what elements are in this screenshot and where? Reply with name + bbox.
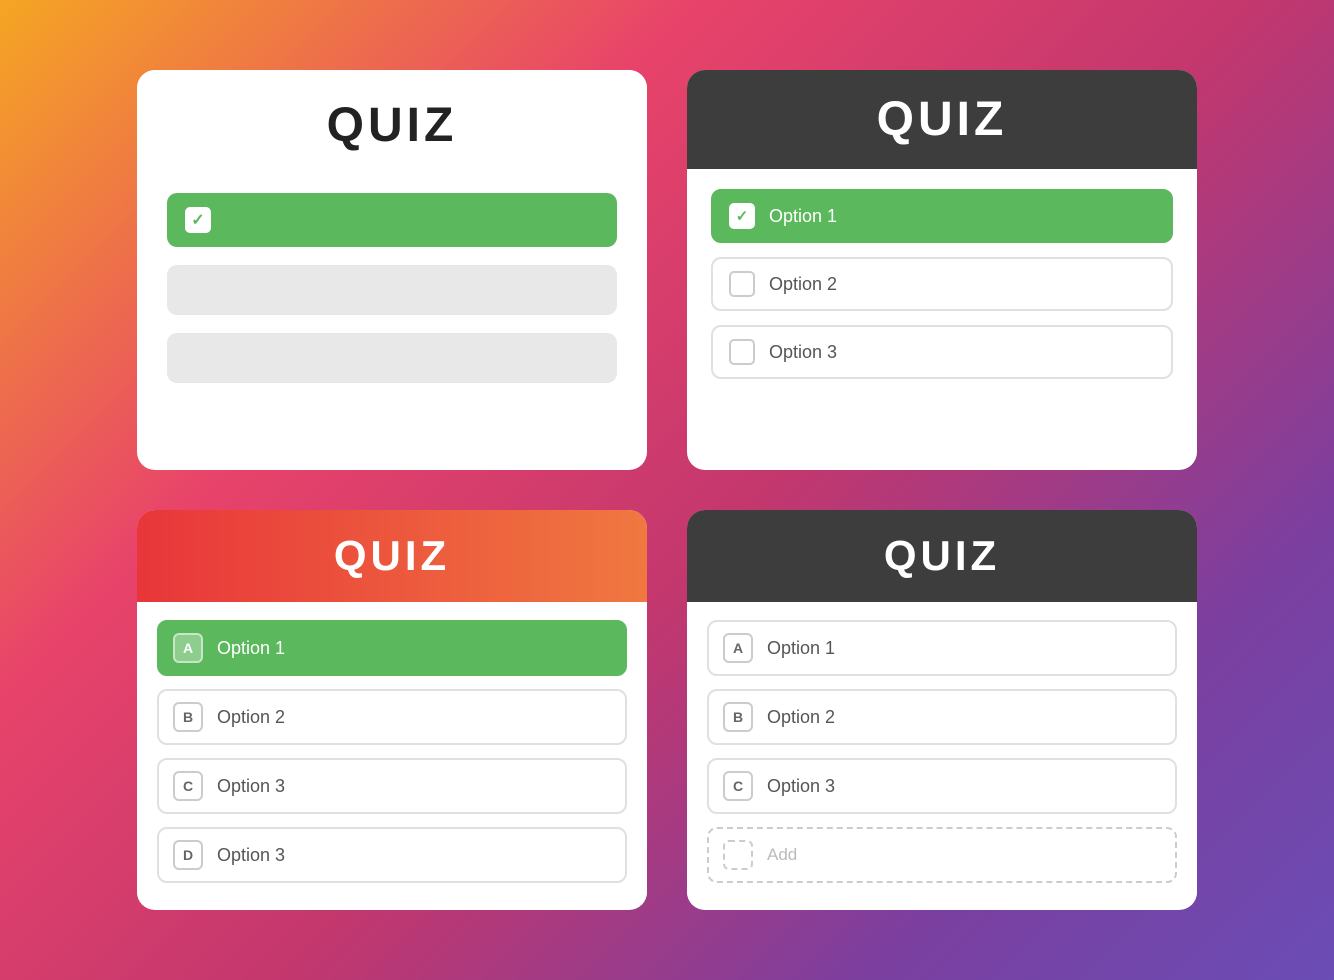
card1-header: QUIZ [137, 70, 647, 173]
card3: QUIZ A Option 1 B Option 2 C Option 3 D … [137, 510, 647, 910]
card4-add-option[interactable]: Add [707, 827, 1177, 883]
letter-d-box: D [173, 840, 203, 870]
card3-title: QUIZ [157, 532, 627, 580]
card3-option-4[interactable]: D Option 3 [157, 827, 627, 883]
card1-option-2[interactable] [167, 265, 617, 315]
card3-option-2-label: Option 2 [217, 707, 285, 728]
card1-option-1[interactable] [167, 193, 617, 247]
card4-add-label: Add [767, 845, 797, 865]
card3-option-2[interactable]: B Option 2 [157, 689, 627, 745]
card4-option-3[interactable]: C Option 3 [707, 758, 1177, 814]
card3-option-3-label: Option 3 [217, 776, 285, 797]
letter-a-box: A [723, 633, 753, 663]
card4-option-1[interactable]: A Option 1 [707, 620, 1177, 676]
card4-header: QUIZ [687, 510, 1197, 602]
card2-option-2-label: Option 2 [769, 274, 837, 295]
card2-option-2[interactable]: Option 2 [711, 257, 1173, 311]
card3-option-4-label: Option 3 [217, 845, 285, 866]
card3-option-1-label: Option 1 [217, 638, 285, 659]
card2: QUIZ Option 1 Option 2 Option 3 [687, 70, 1197, 470]
letter-b-box: B [173, 702, 203, 732]
card2-body: Option 1 Option 2 Option 3 [687, 169, 1197, 405]
checkbox-checked-icon [185, 207, 211, 233]
card4-option-2-label: Option 2 [767, 707, 835, 728]
card4: QUIZ A Option 1 B Option 2 C Option 3 Ad… [687, 510, 1197, 910]
card2-option-3[interactable]: Option 3 [711, 325, 1173, 379]
card4-body: A Option 1 B Option 2 C Option 3 Add [687, 602, 1197, 905]
letter-dashed-box [723, 840, 753, 870]
letter-b-box: B [723, 702, 753, 732]
card4-title: QUIZ [707, 532, 1177, 580]
checkbox-1-icon [729, 203, 755, 229]
checkbox-3-icon [729, 339, 755, 365]
card2-title: QUIZ [707, 92, 1177, 147]
card3-body: A Option 1 B Option 2 C Option 3 D Optio… [137, 602, 647, 905]
card2-header: QUIZ [687, 70, 1197, 169]
card4-option-2[interactable]: B Option 2 [707, 689, 1177, 745]
quiz-grid: QUIZ QUIZ Option 1 Option 2 Opt [117, 50, 1217, 930]
card1-body [137, 173, 647, 413]
card1-option-3[interactable] [167, 333, 617, 383]
card3-option-3[interactable]: C Option 3 [157, 758, 627, 814]
card2-option-1-label: Option 1 [769, 206, 837, 227]
card4-option-1-label: Option 1 [767, 638, 835, 659]
card1: QUIZ [137, 70, 647, 470]
card1-title: QUIZ [157, 98, 627, 153]
card2-option-1[interactable]: Option 1 [711, 189, 1173, 243]
card4-option-3-label: Option 3 [767, 776, 835, 797]
card3-header: QUIZ [137, 510, 647, 602]
letter-a-box: A [173, 633, 203, 663]
card2-option-3-label: Option 3 [769, 342, 837, 363]
letter-c-box: C [173, 771, 203, 801]
checkbox-2-icon [729, 271, 755, 297]
card3-option-1[interactable]: A Option 1 [157, 620, 627, 676]
letter-c-box: C [723, 771, 753, 801]
